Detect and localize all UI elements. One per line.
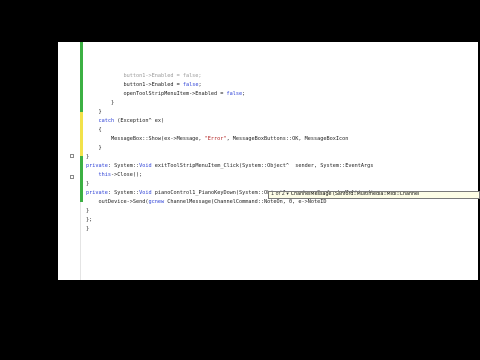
overload-signature: ChannelMessage (Sanford::Multimedia::Mid… bbox=[290, 192, 420, 197]
overload-nav[interactable]: 1 of 2 ▾ bbox=[271, 192, 289, 198]
collapse-region-icon[interactable] bbox=[70, 154, 74, 158]
code-line: } bbox=[86, 208, 90, 214]
keyword-token: false bbox=[182, 82, 199, 88]
code-line: } bbox=[86, 100, 115, 106]
code-editor[interactable]: button1->Enabled = false; button1->Enabl… bbox=[58, 42, 478, 280]
code-line: openToolStripMenuItem->Enabled = false; bbox=[86, 91, 246, 97]
code-line: outDevice->Send(gcnew ChannelMessage(Cha… bbox=[86, 199, 327, 205]
code-line: } bbox=[86, 226, 90, 232]
code-line: }; bbox=[86, 217, 93, 223]
parameter-info-tooltip: 1 of 2 ▾ ChannelMessage (Sanford::Multim… bbox=[268, 191, 480, 199]
code-line: private: System::Void exitToolStripMenuI… bbox=[86, 163, 374, 169]
collapse-region-icon[interactable] bbox=[70, 175, 74, 179]
keyword-token: private bbox=[86, 163, 108, 169]
change-bar-unsaved bbox=[80, 112, 83, 156]
editor-gutter[interactable] bbox=[58, 42, 81, 280]
overload-counter: 1 of 2 bbox=[271, 192, 285, 197]
string-token: "Error" bbox=[204, 136, 227, 142]
keyword-token: this bbox=[98, 172, 112, 178]
code-area[interactable]: button1->Enabled = false; button1->Enabl… bbox=[86, 42, 478, 280]
keyword-token: false bbox=[226, 91, 243, 97]
code-line: } bbox=[86, 109, 102, 115]
code-line: MessageBox::Show(ex->Message, "Error", M… bbox=[86, 136, 349, 142]
keyword-token: catch bbox=[98, 118, 115, 124]
code-line: button1->Enabled = false; bbox=[86, 73, 202, 79]
keyword-token: private bbox=[86, 190, 108, 196]
keyword-token: Void bbox=[139, 163, 152, 169]
code-line: button1->Enabled = false; bbox=[86, 82, 202, 88]
keyword-token: Void bbox=[139, 190, 152, 196]
code-line: } bbox=[86, 145, 102, 151]
chevron-down-icon[interactable]: ▾ bbox=[286, 192, 288, 197]
code-line: { bbox=[86, 127, 102, 133]
change-bar-saved bbox=[80, 42, 83, 112]
change-bar-saved bbox=[80, 156, 83, 202]
keyword-token: gcnew bbox=[148, 199, 165, 205]
code-line: catch (Exception^ ex) bbox=[98, 118, 165, 124]
code-line: } bbox=[86, 154, 90, 160]
code-line: } bbox=[86, 181, 90, 187]
code-line: this->Close(); bbox=[98, 172, 143, 178]
